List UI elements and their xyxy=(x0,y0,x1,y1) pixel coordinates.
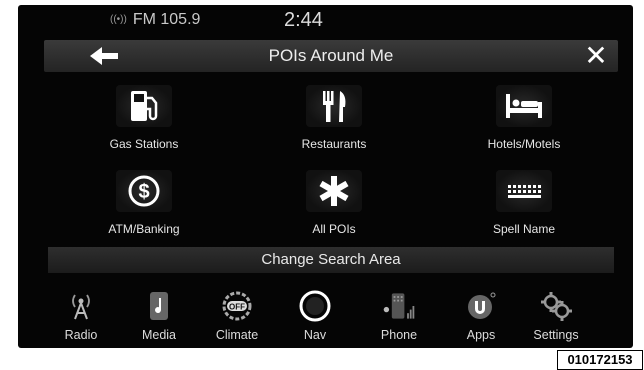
poi-gas-stations[interactable]: Gas Stations xyxy=(54,85,234,155)
nav-label: Radio xyxy=(64,328,98,342)
nav-label: Settings xyxy=(533,328,579,342)
poi-all-pois[interactable]: All POIs xyxy=(244,170,424,240)
clock: 2:44 xyxy=(284,9,323,31)
poi-category-grid: Gas Stations Restaurants Hotels/Motels $… xyxy=(54,85,614,245)
fork-knife-icon xyxy=(306,85,362,127)
nav-label: Nav xyxy=(303,328,327,342)
nav-settings[interactable]: Settings xyxy=(521,288,591,348)
poi-restaurants[interactable]: Restaurants xyxy=(244,85,424,155)
radio-station-indicator[interactable]: ((•)) FM 105.9 xyxy=(110,11,200,29)
signal-icon: ((•)) xyxy=(110,14,127,25)
close-button[interactable]: ✕ xyxy=(580,40,612,72)
poi-label: ATM/Banking xyxy=(108,222,180,236)
page-title: POIs Around Me xyxy=(268,46,394,65)
nav-phone[interactable]: Phone xyxy=(364,288,434,348)
title-bar: POIs Around Me ✕ xyxy=(44,40,618,72)
bottom-nav-bar: Radio Media OFF Climate Nav Phone Apps S… xyxy=(18,288,633,348)
keyboard-icon xyxy=(496,170,552,212)
nav-label: Media xyxy=(141,328,177,342)
nav-apps[interactable]: Apps xyxy=(446,288,516,348)
radio-station-text: FM 105.9 xyxy=(132,11,201,28)
poi-atm-banking[interactable]: $ ATM/Banking xyxy=(54,170,234,240)
poi-spell-name[interactable]: Spell Name xyxy=(434,170,614,240)
status-bar: ((•)) FM 105.9 2:44 xyxy=(18,5,633,35)
poi-hotels-motels[interactable]: Hotels/Motels xyxy=(434,85,614,155)
poi-label: Gas Stations xyxy=(109,137,179,151)
poi-label: Restaurants xyxy=(301,137,367,151)
phone-icon xyxy=(381,290,417,322)
nav-climate[interactable]: OFF Climate xyxy=(202,288,272,348)
nav-icon xyxy=(297,290,333,322)
head-unit-screen: ((•)) FM 105.9 2:44 POIs Around Me ✕ Gas … xyxy=(18,5,633,348)
change-search-area-button[interactable]: Change Search Area xyxy=(48,247,614,273)
nav-label: Climate xyxy=(215,328,259,342)
figure-code: 010172153 xyxy=(557,350,643,370)
svg-text:$: $ xyxy=(138,181,149,203)
radio-tower-icon xyxy=(63,290,99,322)
nav-label: Apps xyxy=(466,328,496,342)
nav-nav[interactable]: Nav xyxy=(280,288,350,348)
dollar-icon: $ xyxy=(116,170,172,212)
close-icon: ✕ xyxy=(584,40,608,71)
gear-icon xyxy=(538,290,574,322)
nav-label: Phone xyxy=(380,328,418,342)
poi-label: All POIs xyxy=(312,222,356,236)
bed-icon xyxy=(496,85,552,127)
poi-label: Hotels/Motels xyxy=(487,137,561,151)
gas-pump-icon xyxy=(116,85,172,127)
apps-icon xyxy=(463,290,499,322)
climate-off-badge: OFF xyxy=(229,303,245,312)
poi-label: Spell Name xyxy=(492,222,556,236)
asterisk-icon xyxy=(306,170,362,212)
nav-radio[interactable]: Radio xyxy=(46,288,116,348)
media-icon xyxy=(141,290,177,322)
climate-icon: OFF xyxy=(219,290,255,322)
nav-media[interactable]: Media xyxy=(124,288,194,348)
